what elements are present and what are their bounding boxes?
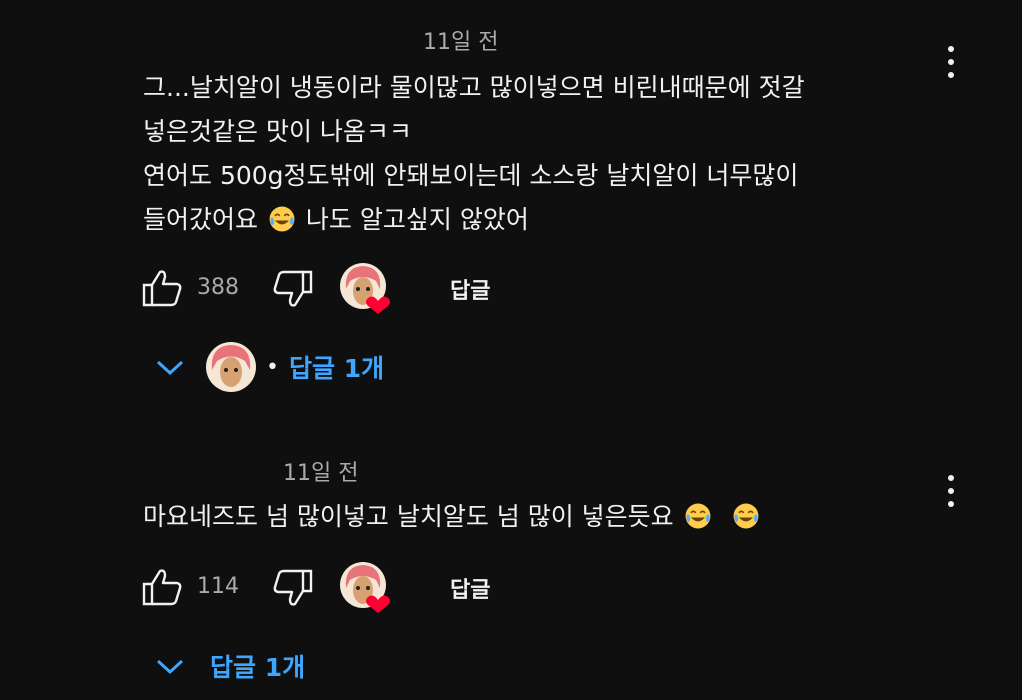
comment-timestamp[interactable]: 11일 전: [283, 455, 358, 487]
comment-text: 그...날치알이 냉동이라 물이많고 많이넣으면 비린내때문에 젓갈 넣은것같은…: [143, 66, 805, 242]
dislike-icon[interactable]: [272, 568, 314, 608]
creator-heart-icon: [340, 263, 390, 314]
comment-text: 마요네즈도 넘 많이넣고 날치알도 넘 많이 넣은듯요: [143, 495, 762, 539]
dot: [948, 501, 954, 507]
chevron-down-icon: [156, 659, 184, 675]
more-options-button[interactable]: [940, 42, 962, 82]
reply-button[interactable]: 답글: [450, 273, 490, 305]
face-with-tears-of-joy-icon: [733, 503, 759, 529]
face-with-tears-of-joy-icon: [685, 503, 711, 529]
comment-line: 넣은것같은 맛이 나옴ㅋㅋ: [143, 117, 412, 146]
replies-count-label[interactable]: 답글 1개: [289, 349, 384, 385]
dot: [948, 46, 954, 52]
comment-line-text: 나도 알고싶지 않았어: [305, 205, 529, 234]
dot: [948, 72, 954, 78]
comment-timestamp[interactable]: 11일 전: [423, 24, 498, 56]
dot: [948, 475, 954, 481]
view-replies-button[interactable]: • 답글 1개: [154, 340, 384, 394]
comment-line-text: 마요네즈도 넘 많이넣고 날치알도 넘 많이 넣은듯요: [143, 502, 674, 531]
like-icon[interactable]: [141, 268, 183, 308]
dot: [948, 59, 954, 65]
replies-count-label[interactable]: 답글 1개: [210, 648, 305, 684]
comment-line: 그...날치알이 냉동이라 물이많고 많이넣으면 비린내때문에 젓갈: [143, 73, 805, 102]
comment-line-text: 들어갔어요: [143, 205, 259, 234]
dislike-icon[interactable]: [272, 269, 314, 309]
view-replies-button[interactable]: 답글 1개: [154, 648, 305, 684]
face-with-tears-of-joy-icon: [269, 206, 295, 232]
like-count: 388: [197, 275, 239, 300]
creator-heart-icon: [340, 562, 390, 613]
reply-button[interactable]: 답글: [450, 572, 490, 604]
separator-dot: •: [266, 354, 279, 380]
chevron-down-icon: [156, 360, 184, 376]
like-count: 114: [197, 574, 239, 599]
comment-line: 연어도 500g정도밖에 안돼보이는데 소스랑 날치알이 너무많이: [143, 161, 799, 190]
reply-avatar: [206, 342, 256, 392]
dot: [948, 488, 954, 494]
comment-line: 들어갔어요 나도 알고싶지 않았어: [143, 198, 805, 242]
more-options-button[interactable]: [940, 471, 962, 511]
like-icon[interactable]: [141, 567, 183, 607]
